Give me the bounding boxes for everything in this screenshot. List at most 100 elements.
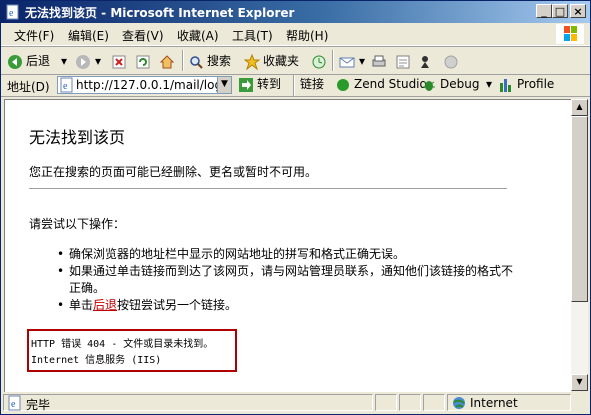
- debug-button[interactable]: Debug: [421, 74, 479, 94]
- windows-logo-icon: [556, 24, 584, 44]
- go-button[interactable]: 转到: [238, 74, 281, 94]
- window-title: 无法找到该页 - Microsoft Internet Explorer: [25, 6, 295, 20]
- page-heading: 无法找到该页: [29, 128, 126, 147]
- menu-edit[interactable]: 编辑(E): [68, 27, 109, 44]
- address-label: 地址(D): [7, 80, 50, 94]
- address-url: http://127.0.0.1/mail/login.as: [76, 78, 218, 92]
- favorites-label: 收藏夹: [263, 54, 300, 68]
- status-bar: e 完毕 Internet: [1, 392, 590, 414]
- printer-icon: [372, 55, 386, 66]
- list-item: 单击后退按钮尝试另一个链接。: [57, 297, 517, 314]
- bug-icon: [423, 80, 435, 91]
- search-icon: [190, 55, 203, 69]
- back-arrow-icon: [8, 54, 22, 69]
- page-content: 无法找到该页 您正在搜索的页面可能已经删除、更名或暂时不可用。 请尝试以下操作：…: [4, 99, 571, 392]
- list-item: 如果通过单击链接而到达了该网页，请与网站管理员联系，通知他们该链接的格式不正确。: [57, 263, 517, 297]
- zone-panel: Internet: [447, 394, 571, 411]
- search-button[interactable]: 搜索: [188, 51, 231, 71]
- go-arrow-icon: [239, 77, 253, 92]
- standard-toolbar: 后退 ▾ ▾ 搜索 收藏夹 ▾: [1, 46, 590, 75]
- refresh-button[interactable]: [135, 51, 154, 71]
- bullet3-post: 按钮尝试另一个链接。: [117, 298, 238, 312]
- back-label: 后退: [26, 54, 51, 68]
- star-icon: [244, 53, 260, 70]
- zone-text: Internet: [470, 396, 518, 410]
- home-icon: [159, 54, 175, 68]
- menu-bar: 文件(F) 编辑(E) 查看(V) 收藏(A) 工具(T) 帮助(H): [1, 23, 590, 46]
- profile-label: Profile: [517, 77, 555, 91]
- status-panel: [423, 394, 445, 411]
- mail-button[interactable]: [339, 51, 358, 71]
- stop-icon: [112, 55, 126, 68]
- menu-tools[interactable]: 工具(T): [232, 27, 273, 44]
- zend-icon: [337, 78, 349, 91]
- debug-label: Debug: [440, 77, 480, 91]
- svg-text:e: e: [11, 399, 16, 410]
- debug-dropdown-icon[interactable]: ▾: [486, 74, 492, 94]
- edit-page-icon: [396, 55, 410, 68]
- scroll-thumb[interactable]: [571, 116, 588, 302]
- forward-arrow-icon: [76, 54, 90, 69]
- mail-icon: [339, 57, 355, 67]
- ie-page-icon: e: [60, 77, 73, 93]
- page-intro: 您正在搜索的页面可能已经删除、更名或暂时不可用。: [29, 165, 318, 179]
- search-label: 搜索: [207, 54, 232, 68]
- suggestion-list: 确保浏览器的地址栏中显示的网站地址的拼写和格式正确无误。 如果通过单击链接而到达…: [29, 246, 517, 314]
- toolbar-separator: [182, 50, 184, 71]
- svg-text:e: e: [63, 81, 68, 92]
- zend-label: Zend Studio: [354, 77, 427, 91]
- status-panel: [375, 394, 397, 411]
- minimize-button[interactable]: _: [536, 4, 552, 18]
- profile-bars-icon: [500, 78, 511, 92]
- back-link[interactable]: 后退: [93, 298, 117, 312]
- globe-icon: [453, 397, 465, 409]
- messenger-button[interactable]: [443, 51, 462, 71]
- forward-dropdown-icon[interactable]: ▾: [95, 51, 101, 71]
- go-label: 转到: [257, 77, 282, 91]
- home-button[interactable]: [159, 51, 178, 71]
- scroll-up-icon[interactable]: ▲: [571, 99, 588, 116]
- history-button[interactable]: [311, 51, 330, 71]
- back-dropdown-icon[interactable]: ▾: [61, 51, 67, 71]
- status-panel: [399, 394, 421, 411]
- error-box: HTTP 错误 404 - 文件或目录未找到。 Internet 信息服务 (I…: [27, 329, 237, 372]
- vertical-scrollbar[interactable]: ▲ ▼: [571, 99, 588, 391]
- links-button[interactable]: 链接: [300, 74, 324, 94]
- profile-button[interactable]: Profile: [498, 74, 554, 94]
- mail-dropdown-icon[interactable]: ▾: [359, 51, 365, 71]
- address-input[interactable]: e http://127.0.0.1/mail/login.as: [57, 76, 219, 94]
- ie-page-icon: e: [8, 395, 21, 411]
- address-dropdown-icon[interactable]: ▼: [217, 76, 232, 94]
- stop-button[interactable]: [111, 51, 130, 71]
- address-bar: 地址(D) e http://127.0.0.1/mail/login.as ▼…: [1, 74, 590, 97]
- menu-favorites[interactable]: 收藏(A): [177, 27, 219, 44]
- scroll-down-icon[interactable]: ▼: [571, 374, 588, 391]
- messenger-icon: [444, 55, 458, 68]
- close-button[interactable]: ×: [570, 4, 586, 18]
- menu-file[interactable]: 文件(F): [14, 27, 54, 44]
- discuss-button[interactable]: [419, 51, 438, 71]
- favorites-button[interactable]: 收藏夹: [244, 51, 299, 71]
- zend-studio-button[interactable]: Zend Studio: [335, 74, 427, 94]
- title-bar[interactable]: e 无法找到该页 - Microsoft Internet Explorer _…: [1, 1, 590, 23]
- status-panel: e 完毕: [3, 394, 373, 412]
- edit-button[interactable]: [395, 51, 414, 71]
- menu-help[interactable]: 帮助(H): [286, 27, 328, 44]
- ie-page-icon: e: [6, 4, 19, 20]
- history-icon: [312, 55, 326, 68]
- menu-view[interactable]: 查看(V): [122, 27, 164, 44]
- list-item: 确保浏览器的地址栏中显示的网站地址的拼写和格式正确无误。: [57, 246, 517, 263]
- divider: [29, 188, 507, 189]
- browser-window: e 无法找到该页 - Microsoft Internet Explorer _…: [0, 0, 591, 415]
- try-label: 请尝试以下操作：: [29, 217, 126, 231]
- toolbar-separator: [293, 75, 295, 96]
- forward-button[interactable]: [75, 51, 94, 71]
- refresh-icon: [136, 55, 150, 68]
- back-button[interactable]: 后退: [7, 51, 50, 71]
- status-text: 完毕: [26, 398, 51, 412]
- print-button[interactable]: [371, 51, 390, 71]
- error-line-1: HTTP 错误 404 - 文件或目录未找到。: [31, 339, 214, 350]
- people-icon: [421, 55, 429, 68]
- maximize-button[interactable]: □: [552, 4, 568, 18]
- svg-text:e: e: [9, 8, 14, 19]
